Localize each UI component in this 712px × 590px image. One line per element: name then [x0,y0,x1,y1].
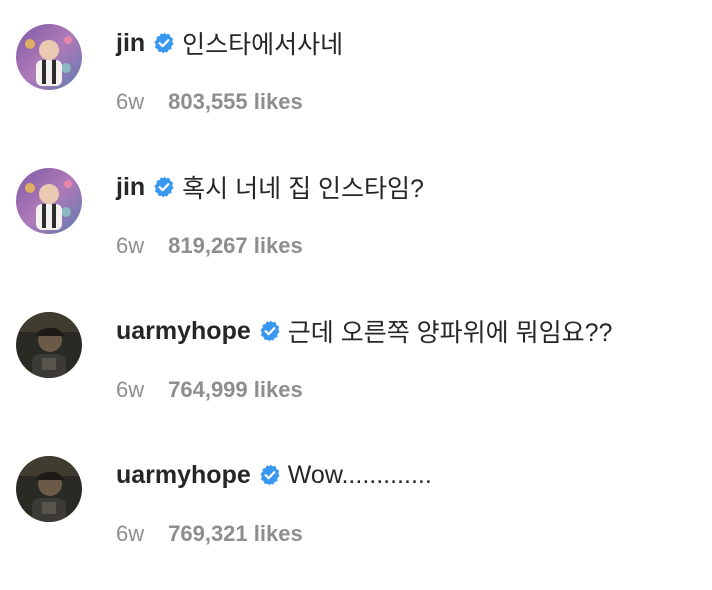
comment-likes-link[interactable]: 819,267 likes [168,233,303,259]
comment-meta: 6w 803,555 likes [116,88,303,116]
avatar[interactable] [16,456,82,522]
comment-likes-link[interactable]: 803,555 likes [168,89,303,115]
avatar[interactable] [16,168,82,234]
comment-text: 혹시 너네 집 인스타임? [182,175,424,203]
comment-item: uarmyhope 근데 오른쪽 양파위에 뭐임요?? 6w 764,999 l… [0,288,712,408]
avatar[interactable] [16,24,82,90]
comment-line: jin 인스타에서사네 [116,26,343,60]
comment-list: jin 인스타에서사네 6w 803,555 likes jin 혹시 너네 집… [0,0,712,590]
avatar-uarmyhope-image [16,456,82,522]
username-link[interactable]: jin [116,173,145,202]
verified-badge-icon [258,319,282,343]
verified-badge-icon [258,463,282,487]
username-link[interactable]: jin [116,29,145,58]
comment-meta: 6w 769,321 likes [116,520,303,548]
comment-item: jin 혹시 너네 집 인스타임? 6w 819,267 likes [0,144,712,264]
comment-time-link[interactable]: 6w [116,233,144,259]
comment-time-link[interactable]: 6w [116,377,144,403]
comment-time-link[interactable]: 6w [116,89,144,115]
avatar[interactable] [16,312,82,378]
comment-line: uarmyhope 근데 오른쪽 양파위에 뭐임요?? [116,314,612,348]
comment-item: uarmyhope Wow............. 6w 769,321 li… [0,432,712,552]
comment-text: 인스타에서사네 [182,31,344,59]
comment-text: Wow............. [287,460,432,489]
comment-likes-link[interactable]: 764,999 likes [168,377,303,403]
username-link[interactable]: uarmyhope [116,317,251,346]
avatar-jin-image [16,168,82,234]
verified-badge-icon [152,175,176,199]
username-link[interactable]: uarmyhope [116,461,251,490]
comment-item: jin 인스타에서사네 6w 803,555 likes [0,0,712,120]
comment-text: 근데 오른쪽 양파위에 뭐임요?? [287,319,613,347]
comment-meta: 6w 764,999 likes [116,376,303,404]
avatar-jin-image [16,24,82,90]
comment-line: uarmyhope Wow............. [116,458,432,492]
comment-time-link[interactable]: 6w [116,521,144,547]
comment-line: jin 혹시 너네 집 인스타임? [116,170,424,204]
comment-likes-link[interactable]: 769,321 likes [168,521,303,547]
avatar-uarmyhope-image [16,312,82,378]
comment-meta: 6w 819,267 likes [116,232,303,260]
verified-badge-icon [152,31,176,55]
